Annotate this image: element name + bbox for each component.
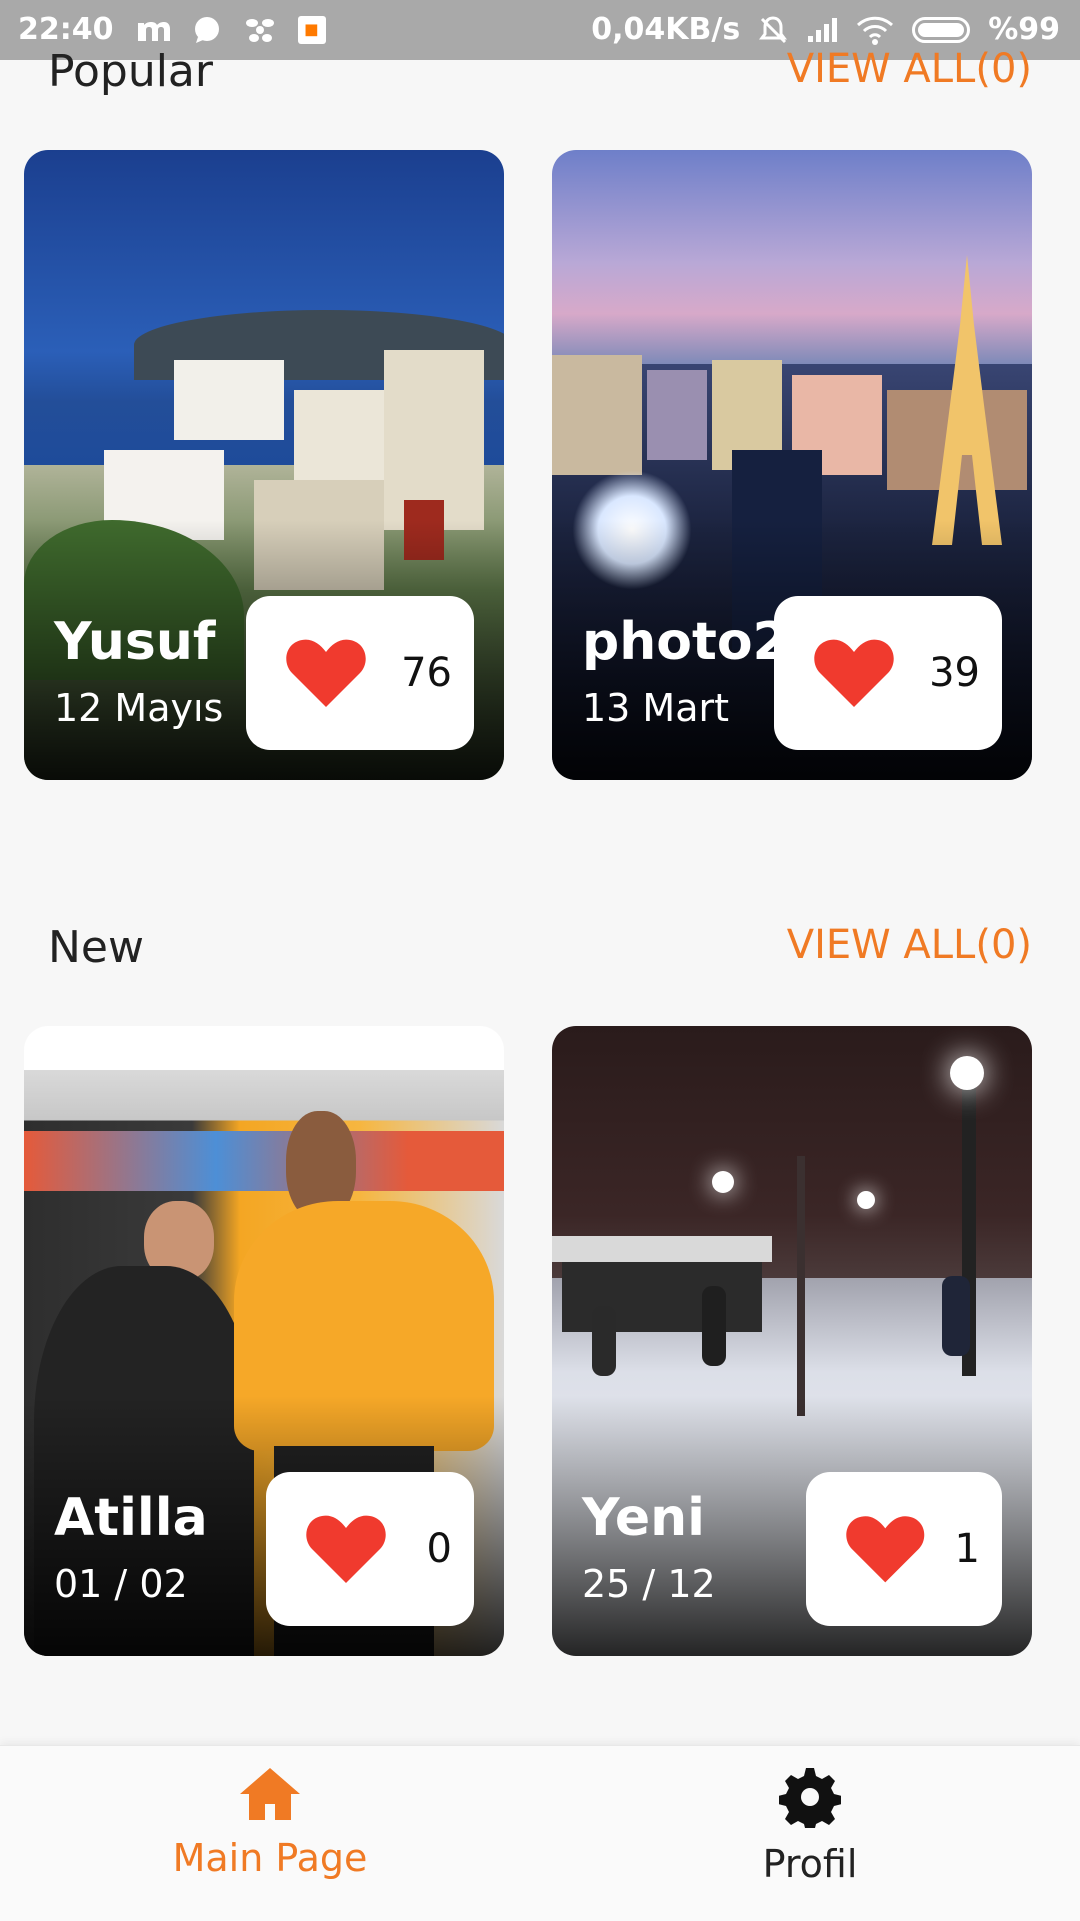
app-badge-icon: ◼ [297,15,326,44]
popular-section-title: Popular [48,46,213,97]
new-card-atilla[interactable]: Atilla 01 / 02 0 [24,1026,504,1656]
nav-profil[interactable]: Profil [650,1766,970,1906]
card-title: Yusuf [54,612,216,672]
scene-person [592,1306,616,1376]
scene-building [647,370,707,460]
like-button[interactable]: 76 [246,596,474,750]
scene-building [552,355,642,475]
nav-label: Profil [762,1842,858,1886]
scene-person [702,1286,726,1366]
popular-card-yusuf[interactable]: Yusuf 12 Mayıs 76 [24,150,504,780]
tower-graphic [932,255,1002,545]
scene-lamp-light [712,1171,734,1193]
heart-icon [306,1515,386,1583]
like-count: 1 [954,1526,980,1572]
like-count: 39 [929,650,980,696]
signal-icon [806,16,838,44]
card-date: 13 Mart [582,686,730,730]
nav-label: Main Page [172,1836,368,1880]
nav-main-page[interactable]: Main Page [110,1766,430,1906]
heart-icon [846,1516,925,1583]
scene-banner [24,1131,504,1191]
app-m-icon [136,17,170,43]
like-button[interactable]: 1 [806,1472,1002,1626]
scene-tree [797,1156,805,1416]
new-card-yeni[interactable]: Yeni 25 / 12 1 [552,1026,1032,1656]
like-count: 0 [426,1526,452,1572]
battery-level: %99 [988,12,1060,47]
heart-icon [814,639,894,707]
scene-person [942,1276,970,1356]
gear-icon [779,1768,841,1828]
battery-icon [912,16,971,43]
heart-icon [286,639,366,707]
like-button[interactable]: 39 [774,596,1002,750]
card-date: 12 Mayıs [54,686,224,730]
pinwheel-icon [244,15,276,45]
chat-bubble-icon [192,15,222,45]
like-button[interactable]: 0 [266,1472,474,1626]
card-title: Atilla [54,1488,208,1548]
card-date: 25 / 12 [582,1562,716,1606]
wifi-icon [856,15,894,45]
scene-house [174,360,284,440]
network-speed: 0,04KB/s [591,12,741,47]
status-time: 22:40 [18,12,114,47]
bottom-navigation: Main Page Profil [0,1745,1080,1921]
popular-view-all-link[interactable]: VIEW ALL(0) [787,46,1032,92]
card-title: Yeni [582,1488,705,1548]
mute-bell-icon [758,15,788,45]
scene-lamp-light [857,1191,875,1209]
like-count: 76 [401,650,452,696]
scene-lamp-light [950,1056,984,1090]
card-title: photo2 [582,612,789,672]
home-icon [240,1768,300,1820]
new-view-all-link[interactable]: VIEW ALL(0) [787,922,1032,968]
new-section-title: New [48,922,144,973]
scene-pavilion-roof [552,1236,772,1262]
card-date: 01 / 02 [54,1562,188,1606]
popular-card-photo2[interactable]: photo2 13 Mart 39 [552,150,1032,780]
